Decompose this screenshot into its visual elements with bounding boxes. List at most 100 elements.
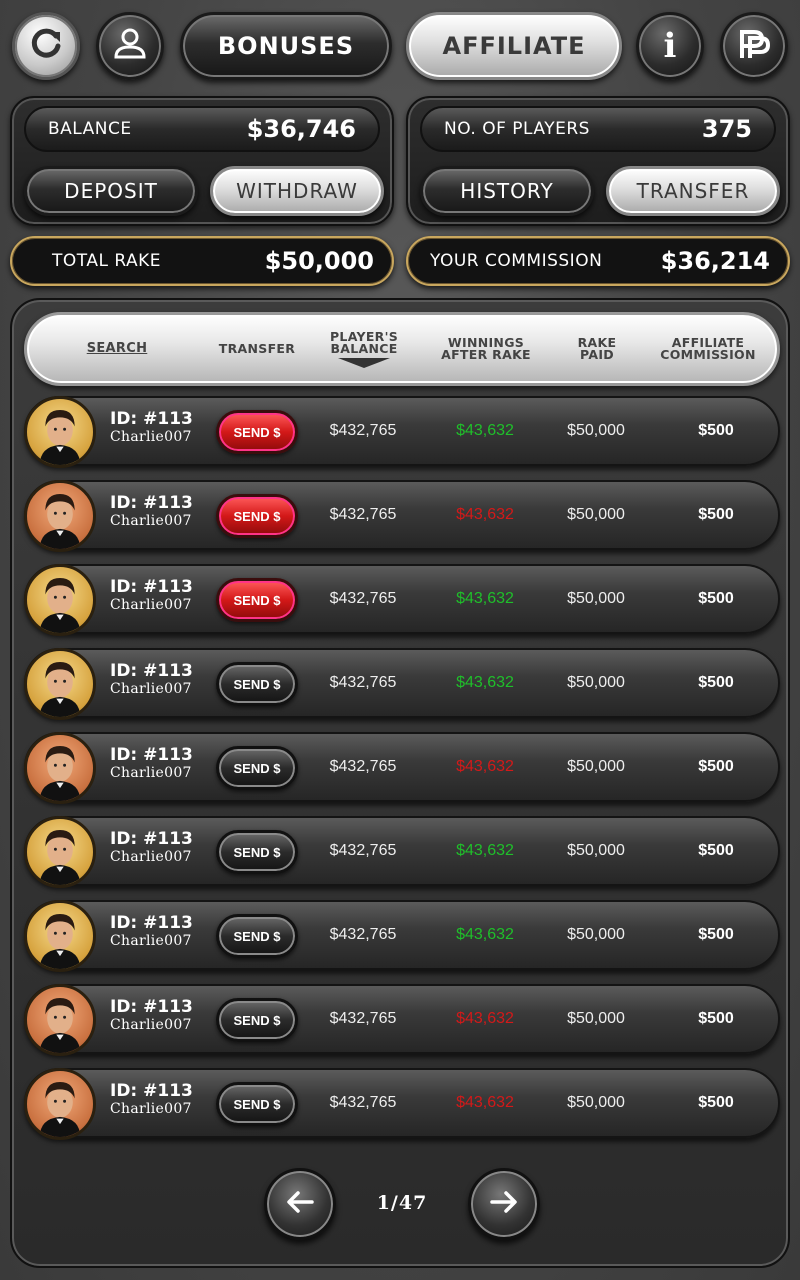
avatar bbox=[24, 396, 96, 468]
total-rake-value: $50,000 bbox=[264, 247, 374, 275]
send-money-button[interactable]: SEND $ bbox=[216, 662, 298, 706]
bonuses-button[interactable]: BONUSES bbox=[180, 12, 392, 80]
transfer-button[interactable]: TRANSFER bbox=[606, 166, 780, 216]
player-name: Charlie007 bbox=[110, 429, 192, 445]
player-id: ID: #113 bbox=[110, 997, 193, 1017]
balance-header[interactable]: PLAYER'S BALANCE bbox=[309, 315, 419, 383]
search-header[interactable]: SEARCH bbox=[77, 315, 157, 383]
player-balance: $432,765 bbox=[329, 590, 397, 607]
player-id: ID: #113 bbox=[110, 577, 193, 597]
avatar bbox=[24, 984, 96, 1056]
table-row[interactable]: ID: #113 Charlie007 SEND $ $432,765 $43,632 $… bbox=[24, 396, 780, 468]
logo-button[interactable] bbox=[720, 12, 788, 80]
table-row[interactable]: ID: #113 Charlie007 SEND $ $432,765 $43,632 $… bbox=[24, 816, 780, 888]
winnings-after-rake: $43,632 bbox=[456, 422, 514, 439]
total-rake-bar: TOTAL RAKE $50,000 bbox=[10, 236, 394, 286]
rake-paid: $50,000 bbox=[567, 422, 625, 439]
balance-value: $36,746 bbox=[246, 115, 356, 143]
avatar bbox=[24, 900, 96, 972]
affiliate-button[interactable]: AFFILIATE bbox=[406, 12, 622, 80]
affiliate-commission: $500 bbox=[698, 674, 734, 691]
page-indicator: 1/47 bbox=[376, 1192, 428, 1214]
player-id: ID: #113 bbox=[110, 913, 193, 933]
withdraw-button[interactable]: WITHDRAW bbox=[210, 166, 384, 216]
send-money-button[interactable]: SEND $ bbox=[216, 494, 298, 538]
send-money-button[interactable]: SEND $ bbox=[216, 410, 298, 454]
player-balance: $432,765 bbox=[329, 674, 397, 691]
send-money-button[interactable]: SEND $ bbox=[216, 914, 298, 958]
commission-value: $36,214 bbox=[660, 247, 770, 275]
player-name: Charlie007 bbox=[110, 513, 192, 529]
send-money-button[interactable]: SEND $ bbox=[216, 830, 298, 874]
arrow-right-icon bbox=[490, 1190, 518, 1219]
rake-paid: $50,000 bbox=[567, 842, 625, 859]
winnings-after-rake: $43,632 bbox=[456, 758, 514, 775]
next-page-button[interactable] bbox=[468, 1168, 540, 1240]
players-value: 375 bbox=[701, 115, 752, 143]
affiliate-commission: $500 bbox=[698, 1010, 734, 1027]
rake-paid: $50,000 bbox=[567, 506, 625, 523]
avatar bbox=[24, 1068, 96, 1140]
players-label: NO. OF PLAYERS bbox=[444, 119, 590, 139]
player-id: ID: #113 bbox=[110, 661, 193, 681]
player-name: Charlie007 bbox=[110, 597, 192, 613]
table-row[interactable]: ID: #113 Charlie007 SEND $ $432,765 $43,632 $… bbox=[24, 984, 780, 1056]
rake-paid: $50,000 bbox=[567, 590, 625, 607]
avatar bbox=[24, 564, 96, 636]
rake-paid: $50,000 bbox=[567, 926, 625, 943]
affiliate-commission: $500 bbox=[698, 842, 734, 859]
table-row[interactable]: ID: #113 Charlie007 SEND $ $432,765 $43,632 $… bbox=[24, 480, 780, 552]
deposit-button[interactable]: DEPOSIT bbox=[24, 166, 198, 216]
avatar bbox=[24, 480, 96, 552]
commission-header[interactable]: AFFILIATE COMMISSION bbox=[653, 315, 763, 383]
table-row[interactable]: ID: #113 Charlie007 SEND $ $432,765 $43,632 $… bbox=[24, 732, 780, 804]
balance-label: BALANCE bbox=[48, 119, 132, 139]
winnings-after-rake: $43,632 bbox=[456, 842, 514, 859]
rake-header[interactable]: RAKE PAID bbox=[547, 315, 647, 383]
refresh-icon bbox=[26, 24, 66, 69]
player-id: ID: #113 bbox=[110, 829, 193, 849]
player-name: Charlie007 bbox=[110, 849, 192, 865]
table-row[interactable]: ID: #113 Charlie007 SEND $ $432,765 $43,632 $… bbox=[24, 1068, 780, 1140]
affiliate-commission: $500 bbox=[698, 926, 734, 943]
table-row[interactable]: ID: #113 Charlie007 SEND $ $432,765 $43,632 $… bbox=[24, 648, 780, 720]
user-icon bbox=[111, 25, 149, 68]
refresh-button[interactable] bbox=[12, 12, 80, 80]
winnings-after-rake: $43,632 bbox=[456, 1094, 514, 1111]
send-money-button[interactable]: SEND $ bbox=[216, 1082, 298, 1126]
player-name: Charlie007 bbox=[110, 1017, 192, 1033]
rake-paid: $50,000 bbox=[567, 1010, 625, 1027]
rake-paid: $50,000 bbox=[567, 674, 625, 691]
avatar bbox=[24, 816, 96, 888]
sort-desc-icon bbox=[338, 357, 390, 368]
player-balance: $432,765 bbox=[329, 506, 397, 523]
info-button[interactable]: i bbox=[636, 12, 704, 80]
arrow-left-icon bbox=[286, 1190, 314, 1219]
send-money-button[interactable]: SEND $ bbox=[216, 998, 298, 1042]
table-row[interactable]: ID: #113 Charlie007 SEND $ $432,765 $43,632 $… bbox=[24, 564, 780, 636]
total-rake-label: TOTAL RAKE bbox=[52, 251, 161, 271]
player-balance: $432,765 bbox=[329, 842, 397, 859]
history-button[interactable]: HISTORY bbox=[420, 166, 594, 216]
table-row[interactable]: ID: #113 Charlie007 SEND $ $432,765 $43,632 $… bbox=[24, 900, 780, 972]
player-balance: $432,765 bbox=[329, 926, 397, 943]
winnings-header[interactable]: WINNINGS AFTER RAKE bbox=[431, 315, 541, 383]
rake-paid: $50,000 bbox=[567, 758, 625, 775]
rake-paid: $50,000 bbox=[567, 1094, 625, 1111]
affiliate-commission: $500 bbox=[698, 422, 734, 439]
player-id: ID: #113 bbox=[110, 745, 193, 765]
winnings-after-rake: $43,632 bbox=[456, 926, 514, 943]
balance-display: BALANCE $36,746 bbox=[24, 106, 380, 152]
prev-page-button[interactable] bbox=[264, 1168, 336, 1240]
player-balance: $432,765 bbox=[329, 1094, 397, 1111]
profile-button[interactable] bbox=[96, 12, 164, 80]
avatar bbox=[24, 648, 96, 720]
avatar bbox=[24, 732, 96, 804]
players-panel: NO. OF PLAYERS 375 HISTORY TRANSFER bbox=[406, 96, 790, 226]
affiliate-commission: $500 bbox=[698, 1094, 734, 1111]
send-money-button[interactable]: SEND $ bbox=[216, 746, 298, 790]
player-id: ID: #113 bbox=[110, 409, 193, 429]
commission-bar: YOUR COMMISSION $36,214 bbox=[406, 236, 790, 286]
player-balance: $432,765 bbox=[329, 422, 397, 439]
send-money-button[interactable]: SEND $ bbox=[216, 578, 298, 622]
